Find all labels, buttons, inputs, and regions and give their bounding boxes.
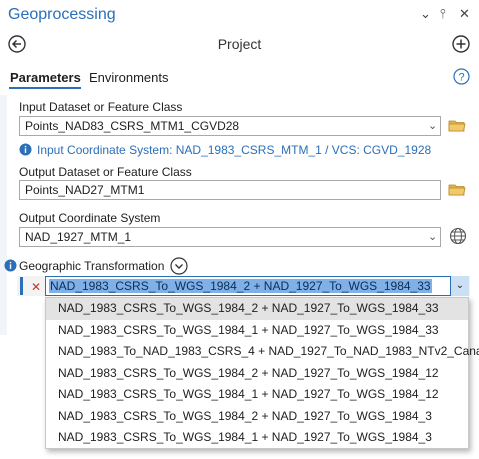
dropdown-option[interactable]: NAD_1983_CSRS_To_WGS_1984_2 + NAD_1927_T…: [46, 363, 468, 385]
input-dataset-label: Input Dataset or Feature Class: [19, 100, 183, 114]
add-icon: [452, 35, 470, 53]
transformation-dropdown-list: NAD_1983_CSRS_To_WGS_1984_2 + NAD_1927_T…: [45, 297, 479, 449]
folder-icon: [448, 120, 466, 132]
output-dataset-label: Output Dataset or Feature Class: [19, 165, 192, 179]
remove-row-icon[interactable]: ✕: [31, 280, 41, 294]
row-selection-indicator: [20, 277, 23, 295]
side-indicator-bar: [0, 95, 7, 335]
pin-icon[interactable]: ⫯: [440, 6, 446, 22]
chevron-down-icon: ⌄: [455, 280, 465, 291]
dropdown-option[interactable]: NAD_1983_To_NAD_1983_CSRS_4 + NAD_1927_T…: [46, 341, 479, 363]
browse-input-button[interactable]: [448, 118, 466, 134]
info-icon: [19, 143, 32, 156]
input-dataset-value: Points_NAD83_CSRS_MTM1_CGVD28: [25, 119, 240, 133]
browse-output-button[interactable]: [448, 182, 466, 198]
chevron-down-icon: [170, 257, 188, 275]
input-coordinate-info: Input Coordinate System: NAD_1983_CSRS_M…: [19, 143, 431, 157]
chevron-down-icon[interactable]: ⌄: [428, 230, 437, 243]
output-dataset-field[interactable]: Points_NAD27_MTM1: [19, 180, 441, 200]
active-tab-indicator: [9, 87, 81, 89]
help-icon: ?: [453, 68, 470, 85]
chevron-down-icon[interactable]: ⌄: [428, 119, 437, 132]
add-button[interactable]: [451, 34, 471, 54]
geographic-transformation-label: Geographic Transformation: [19, 259, 165, 273]
coordinate-system-button[interactable]: [449, 227, 467, 245]
folder-icon: [448, 184, 466, 196]
dropdown-option[interactable]: NAD_1983_CSRS_To_WGS_1984_1 + NAD_1927_T…: [46, 427, 468, 449]
dropdown-option[interactable]: NAD_1983_CSRS_To_WGS_1984_1 + NAD_1927_T…: [46, 320, 468, 342]
output-coordinate-system-field[interactable]: NAD_1927_MTM_1: [19, 227, 441, 247]
close-icon[interactable]: ✕: [459, 6, 470, 22]
options-menu-icon[interactable]: ⌄: [420, 6, 431, 22]
info-icon[interactable]: [4, 259, 17, 272]
transformation-value: NAD_1983_CSRS_To_WGS_1984_2 + NAD_1927_T…: [49, 279, 432, 293]
output-coordinate-system-label: Output Coordinate System: [19, 211, 161, 225]
tool-title: Project: [217, 36, 262, 52]
globe-icon: [449, 227, 467, 245]
info-text: Input Coordinate System: NAD_1983_CSRS_M…: [37, 143, 432, 157]
tab-environments[interactable]: Environments: [89, 70, 168, 85]
dropdown-option[interactable]: NAD_1983_CSRS_To_WGS_1984_1 + NAD_1927_T…: [46, 384, 468, 406]
tab-parameters[interactable]: Parameters: [10, 70, 81, 85]
transformation-field[interactable]: NAD_1983_CSRS_To_WGS_1984_2 + NAD_1927_T…: [45, 276, 469, 296]
output-dataset-value: Points_NAD27_MTM1: [25, 183, 145, 197]
transformation-dropdown-button[interactable]: ⌄: [450, 276, 469, 296]
input-dataset-field[interactable]: Points_NAD83_CSRS_MTM1_CGVD28: [19, 116, 441, 136]
window-title: Geoprocessing: [8, 6, 116, 23]
title-bar: Geoprocessing ⌄ ⫯ ✕: [0, 0, 479, 32]
output-coordinate-system-value: NAD_1927_MTM_1: [25, 230, 132, 244]
help-button[interactable]: ?: [453, 68, 470, 85]
dropdown-option[interactable]: NAD_1983_CSRS_To_WGS_1984_2 + NAD_1927_T…: [46, 298, 468, 320]
expand-transformation-button[interactable]: [170, 257, 188, 275]
dropdown-option[interactable]: NAD_1983_CSRS_To_WGS_1984_2 + NAD_1927_T…: [46, 406, 468, 428]
svg-text:?: ?: [458, 72, 464, 84]
